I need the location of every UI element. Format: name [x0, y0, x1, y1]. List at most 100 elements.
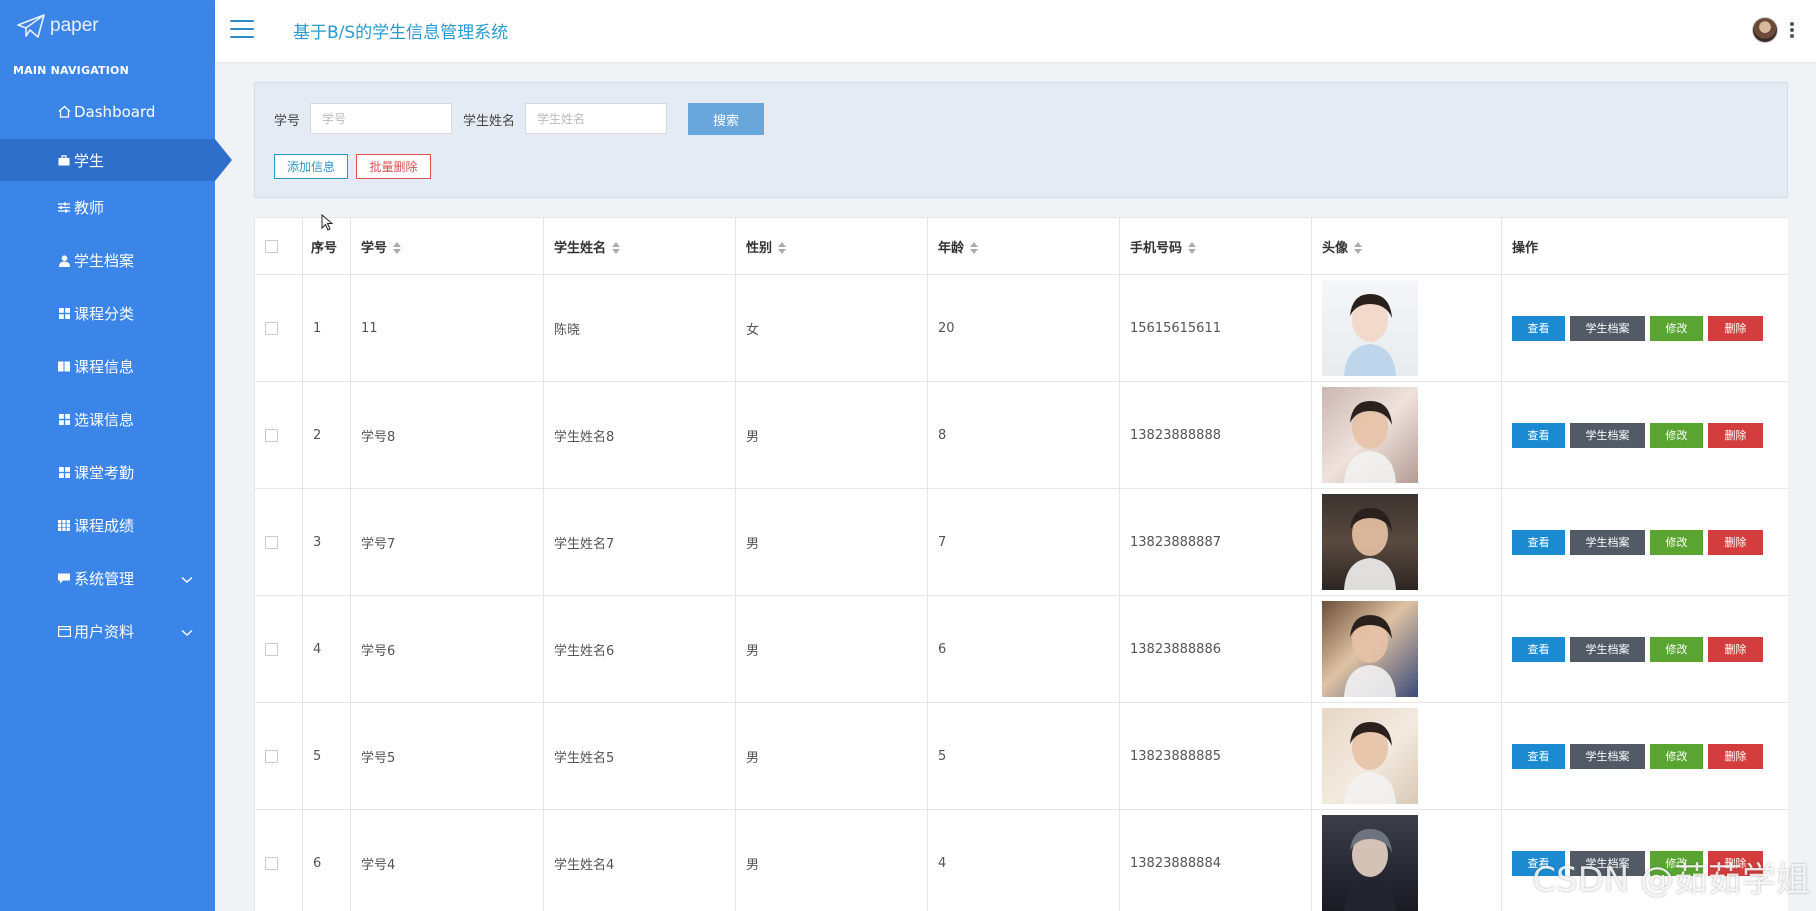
student-name-cell: 陈晓: [543, 274, 736, 382]
sidebar-item-course-category[interactable]: 课程分类: [0, 287, 215, 340]
student-photo: [1322, 387, 1418, 483]
row-checkbox[interactable]: [265, 856, 278, 870]
table-header-row: 序号 学号 学生姓名 性别 年龄 手机号码 头像 操作: [254, 217, 1788, 275]
student-file-button[interactable]: 学生档案: [1570, 315, 1645, 341]
column-header[interactable]: 学生姓名: [543, 217, 736, 275]
search-button[interactable]: 搜索: [688, 103, 764, 135]
row-checkbox[interactable]: [265, 321, 278, 335]
student-id-input[interactable]: [310, 103, 452, 134]
delete-button[interactable]: 删除: [1708, 315, 1763, 341]
age-cell: 7: [927, 488, 1120, 596]
sidebar-item-student[interactable]: 学生: [0, 139, 232, 181]
home-icon: [57, 105, 71, 118]
sort-icon[interactable]: [778, 242, 787, 254]
person-silhouette-icon: [1344, 722, 1396, 804]
sidebar-item-teacher[interactable]: 教师: [0, 181, 215, 234]
sidebar-item-dashboard[interactable]: Dashboard: [0, 86, 215, 137]
sort-icon[interactable]: [970, 242, 979, 254]
person-silhouette-icon: [1344, 401, 1396, 483]
sort-icon[interactable]: [393, 242, 402, 254]
chevron-down-icon[interactable]: [181, 570, 193, 588]
sort-icon[interactable]: [1188, 242, 1197, 254]
avatar-cell: [1311, 595, 1502, 703]
sidebar: paper MAIN NAVIGATION Dashboard 学生 教师 学生…: [0, 0, 232, 911]
column-header[interactable]: 手机号码: [1119, 217, 1312, 275]
batch-delete-button[interactable]: 批量删除: [356, 154, 431, 179]
view-button[interactable]: 查看: [1512, 743, 1565, 769]
phone-cell: 13823888885: [1119, 702, 1312, 810]
sidebar-item-system[interactable]: 系统管理: [0, 552, 215, 605]
sidebar-item-course-info[interactable]: 课程信息: [0, 340, 215, 393]
sidebar-item-user-profile[interactable]: 用户资料: [0, 605, 215, 658]
table-row: 2 学号8 学生姓名8 男 8 13823888888 查看 学生档案 修改 删除: [254, 381, 1788, 489]
column-header[interactable]: 学号: [350, 217, 544, 275]
delete-button[interactable]: 删除: [1708, 636, 1763, 662]
avatar-cell: [1311, 274, 1502, 382]
delete-button[interactable]: 删除: [1708, 422, 1763, 448]
sort-icon[interactable]: [612, 242, 621, 254]
view-button[interactable]: 查看: [1512, 636, 1565, 662]
view-button[interactable]: 查看: [1512, 422, 1565, 448]
edit-button[interactable]: 修改: [1650, 636, 1703, 662]
actions-cell: 查看 学生档案 修改 删除: [1501, 595, 1788, 703]
avatar[interactable]: [1752, 17, 1778, 43]
person-silhouette-icon: [1344, 294, 1396, 376]
select-all-checkbox[interactable]: [265, 239, 278, 253]
delete-button[interactable]: 删除: [1708, 743, 1763, 769]
student-photo: [1322, 815, 1418, 911]
sidebar-item-course-selection[interactable]: 选课信息: [0, 393, 215, 446]
edit-button[interactable]: 修改: [1650, 315, 1703, 341]
age-cell: 5: [927, 702, 1120, 810]
card-icon: [57, 626, 71, 637]
search-panel: 学号 学生姓名 搜索 添加信息 批量删除: [254, 82, 1788, 198]
chevron-down-icon[interactable]: [181, 623, 193, 641]
row-select-cell: [254, 488, 303, 596]
row-checkbox[interactable]: [265, 428, 278, 442]
student-name-label: 学生姓名: [463, 114, 516, 129]
row-number: 5: [302, 702, 351, 810]
view-button[interactable]: 查看: [1512, 529, 1565, 555]
add-button[interactable]: 添加信息: [274, 154, 348, 179]
column-header[interactable]: 性别: [735, 217, 928, 275]
view-button[interactable]: 查看: [1512, 315, 1565, 341]
paper-plane-icon: [17, 14, 45, 38]
age-cell: 8: [927, 381, 1120, 489]
row-number: 2: [302, 381, 351, 489]
column-header: 操作: [1501, 217, 1788, 275]
row-select-cell: [254, 809, 303, 911]
student-name-input[interactable]: [525, 103, 667, 134]
sidebar-item-grades[interactable]: 课程成绩: [0, 499, 215, 552]
student-file-button[interactable]: 学生档案: [1570, 529, 1645, 555]
row-checkbox[interactable]: [265, 642, 278, 656]
row-checkbox[interactable]: [265, 749, 278, 763]
sort-icon[interactable]: [1354, 242, 1363, 254]
row-number: 6: [302, 809, 351, 911]
user-icon: [57, 254, 71, 267]
edit-button[interactable]: 修改: [1650, 422, 1703, 448]
grid-icon: [57, 414, 71, 425]
avatar-cell: [1311, 809, 1502, 911]
row-checkbox[interactable]: [265, 535, 278, 549]
student-id-cell: 学号8: [350, 381, 544, 489]
student-file-button[interactable]: 学生档案: [1570, 743, 1645, 769]
age-cell: 20: [927, 274, 1120, 382]
comment-icon: [57, 573, 71, 584]
menu-toggle-icon[interactable]: [230, 20, 254, 38]
column-header[interactable]: 年龄: [927, 217, 1120, 275]
brand-logo[interactable]: paper: [0, 0, 215, 52]
avatar-cell: [1311, 488, 1502, 596]
more-vertical-icon[interactable]: [1790, 22, 1794, 38]
column-header[interactable]: 头像: [1311, 217, 1502, 275]
student-file-button[interactable]: 学生档案: [1570, 636, 1645, 662]
student-id-label: 学号: [274, 114, 301, 129]
delete-button[interactable]: 删除: [1708, 529, 1763, 555]
student-file-button[interactable]: 学生档案: [1570, 422, 1645, 448]
actions-cell: 查看 学生档案 修改 删除: [1501, 488, 1788, 596]
edit-button[interactable]: 修改: [1650, 529, 1703, 555]
gender-cell: 男: [735, 381, 928, 489]
gender-cell: 男: [735, 702, 928, 810]
edit-button[interactable]: 修改: [1650, 743, 1703, 769]
sidebar-item-student-file[interactable]: 学生档案: [0, 234, 215, 287]
actions-cell: 查看 学生档案 修改 删除: [1501, 381, 1788, 489]
sidebar-item-attendance[interactable]: 课堂考勤: [0, 446, 215, 499]
